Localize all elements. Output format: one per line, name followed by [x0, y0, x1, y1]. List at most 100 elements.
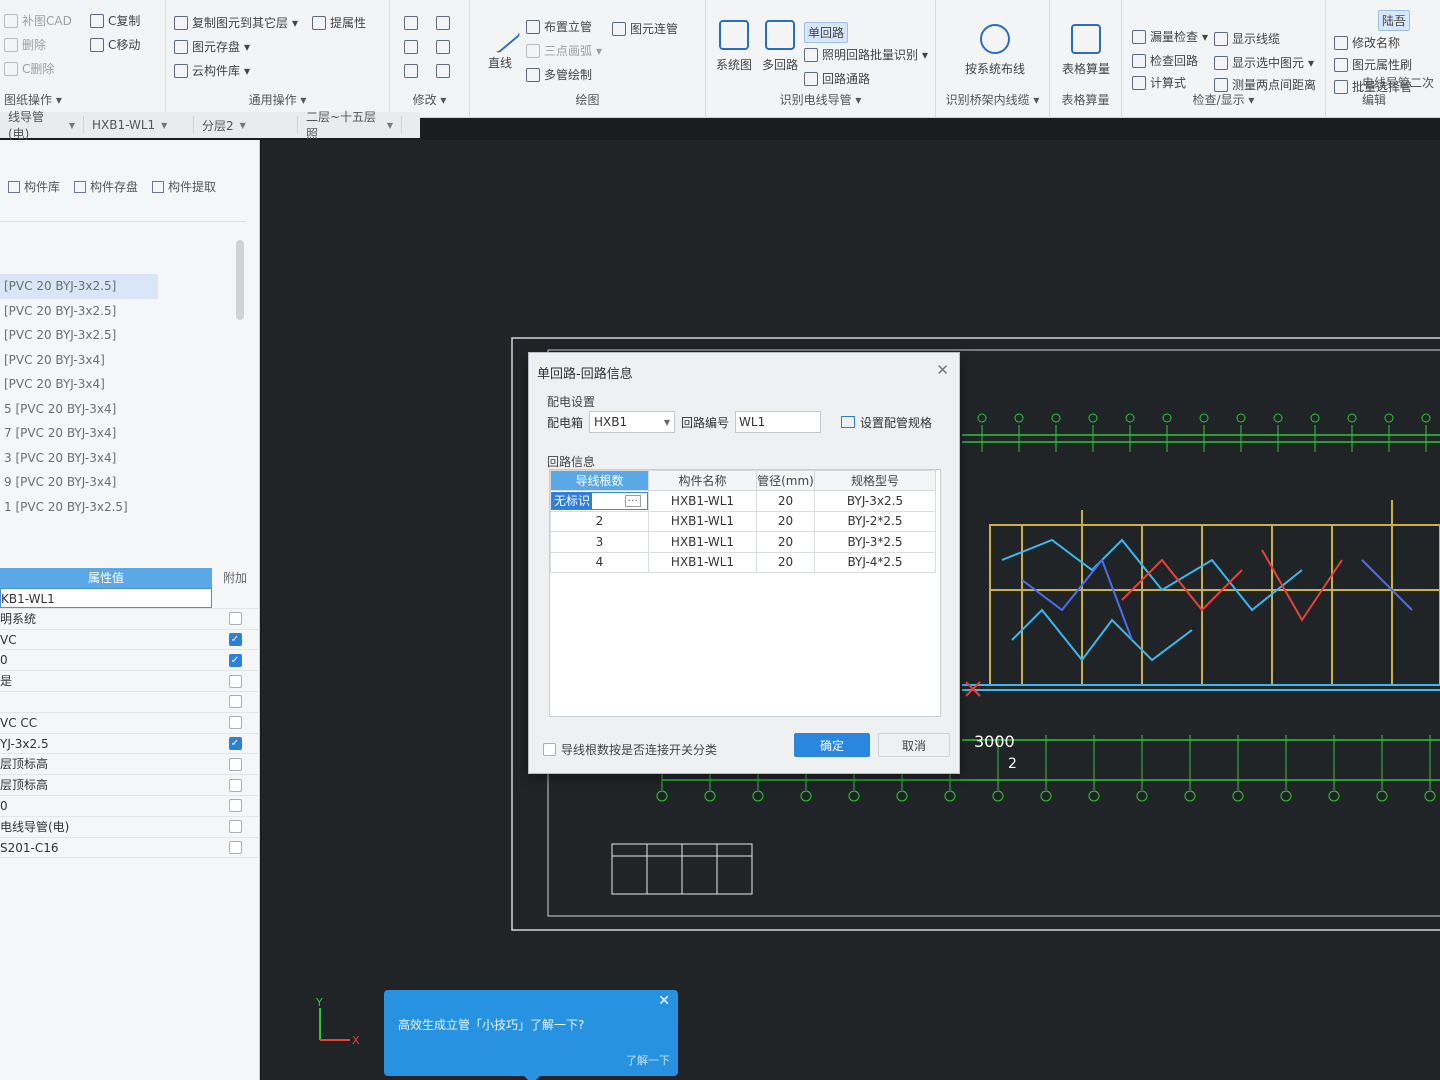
list-item[interactable]: 3 [PVC 20 BYJ-3x4] [0, 446, 240, 471]
col-spec-model[interactable]: 规格型号 [814, 470, 936, 491]
extra-checkbox[interactable] [228, 674, 242, 688]
modify-tool-3[interactable] [404, 40, 418, 54]
col-pipe-diameter[interactable]: 管径(mm) [756, 470, 815, 491]
extract-props-button[interactable]: 提属性 [312, 14, 366, 31]
close-icon[interactable]: ✕ [936, 361, 949, 379]
list-item[interactable]: [PVC 20 BYJ-3x4] [0, 348, 240, 373]
property-value[interactable]: 0 [0, 796, 212, 816]
table-cell[interactable]: 无标识 ··· [550, 490, 649, 512]
check-circuit-button[interactable]: 检查回路 [1132, 52, 1198, 69]
table-cell[interactable]: 4 [550, 551, 649, 573]
property-value[interactable]: 电线导管(电) [0, 817, 212, 837]
table-cell[interactable]: BYJ-4*2.5 [814, 551, 936, 573]
modify-tool-1[interactable] [404, 16, 418, 30]
prop-brush-button[interactable]: 图元属性刷 [1334, 56, 1412, 73]
property-value[interactable]: 层顶标高 [0, 775, 212, 795]
circuit-path-button[interactable]: 回路通路 [804, 70, 870, 87]
extra-checkbox[interactable] [228, 799, 242, 813]
multi-circuit-button[interactable]: 多回路 [758, 20, 802, 73]
col-wire-count[interactable]: 导线根数 [550, 470, 649, 491]
group-title-drawing-ops[interactable]: 图纸操作 ▾ [4, 91, 165, 108]
extra-checkbox[interactable]: ✓ [228, 736, 242, 750]
distribution-box-select[interactable]: HXB1 ▼ [589, 411, 676, 433]
table-calc-button[interactable]: 表格算量 [1060, 24, 1112, 77]
table-cell[interactable]: HXB1-WL1 [648, 510, 757, 532]
extra-checkbox[interactable] [228, 757, 242, 771]
c-delete-button[interactable]: C删除 [4, 60, 54, 77]
show-selected-button[interactable]: 显示选中图元 ▾ [1214, 54, 1314, 71]
wire-count-editor[interactable]: 无标识 ··· [551, 491, 648, 510]
missing-check-button[interactable]: 漏量检查 ▾ [1132, 28, 1208, 45]
system-diagram-button[interactable]: 系统图 [712, 20, 756, 73]
table-cell[interactable]: BYJ-3*2.5 [814, 531, 936, 553]
list-item[interactable]: 9 [PVC 20 BYJ-3x4] [0, 470, 240, 495]
single-circuit-button[interactable]: 单回路 [804, 22, 849, 43]
extra-checkbox[interactable]: ✓ [228, 653, 242, 667]
property-value[interactable]: S201-C16 [0, 838, 212, 858]
system-wiring-button[interactable]: 按系统布线 [950, 24, 1040, 77]
modify-tool-6[interactable] [436, 64, 450, 78]
extra-checkbox[interactable] [228, 778, 242, 792]
three-point-arc-button[interactable]: 三点画弧 ▾ [526, 42, 602, 59]
component-search-input[interactable] [0, 202, 246, 222]
batch-identify-button[interactable]: 照明回路批量识别 ▾ [804, 46, 928, 63]
modify-tool-2[interactable] [436, 16, 450, 30]
table-cell[interactable]: HXB1-WL1 [648, 531, 757, 553]
property-value[interactable]: KB1-WL1 [0, 588, 212, 608]
table-cell[interactable]: 20 [756, 551, 815, 573]
property-value[interactable]: 层顶标高 [0, 754, 212, 774]
rename-button[interactable]: 修改名称 [1334, 34, 1400, 51]
place-riser-button[interactable]: 布置立管 [526, 18, 592, 35]
property-value[interactable]: VC [0, 630, 212, 650]
table-cell[interactable]: 20 [756, 531, 815, 553]
table-row[interactable]: 4 HXB1-WL1 20 BYJ-4*2.5 [550, 551, 936, 573]
tab-component-save[interactable]: 构件存盘 [74, 178, 138, 195]
delete-button[interactable]: 删除 [4, 36, 46, 53]
tab-component-extract[interactable]: 构件提取 [152, 178, 216, 195]
table-row[interactable]: 3 HXB1-WL1 20 BYJ-3*2.5 [550, 531, 936, 553]
list-item[interactable]: 5 [PVC 20 BYJ-3x4] [0, 397, 240, 422]
group-title-check[interactable]: 检查/显示 ▾ [1122, 91, 1325, 108]
property-value[interactable] [0, 692, 212, 712]
c-move-button[interactable]: C移动 [90, 36, 140, 53]
close-icon[interactable]: ✕ [658, 993, 670, 1009]
list-item[interactable]: 1 [PVC 20 BYJ-3x2.5] [0, 495, 240, 520]
copy-to-layer-button[interactable]: 复制图元到其它层 ▾ [174, 14, 298, 31]
property-value[interactable]: 是 [0, 671, 212, 691]
table-cell[interactable]: BYJ-3x2.5 [814, 490, 936, 512]
group-title-modify[interactable]: 修改 ▾ [390, 91, 469, 108]
checkbox-box[interactable] [543, 743, 556, 756]
ok-button[interactable]: 确定 [794, 733, 870, 757]
component-filter-select[interactable]: HXB1-WL1 ▼ [84, 116, 194, 134]
table-cell[interactable]: BYJ-2*2.5 [814, 510, 936, 532]
c-copy-button[interactable]: C复制 [90, 12, 140, 29]
layer-filter-select[interactable]: 分层2 ▼ [194, 116, 298, 134]
show-cable-button[interactable]: 显示线缆 [1214, 30, 1280, 47]
list-item[interactable]: [PVC 20 BYJ-3x4] [0, 372, 240, 397]
line-button[interactable]: 直线 [478, 11, 522, 71]
multi-pipe-button[interactable]: 多管绘制 [526, 66, 592, 83]
col-component-name[interactable]: 构件名称 [648, 470, 757, 491]
floor-filter-select[interactable]: 二层~十五层照 ▼ [298, 110, 402, 141]
cancel-button[interactable]: 取消 [878, 733, 950, 757]
group-title-general[interactable]: 通用操作 ▾ [166, 91, 389, 108]
extra-checkbox[interactable] [228, 695, 242, 709]
list-item[interactable]: [PVC 20 BYJ-3x2.5] [0, 274, 158, 299]
table-cell[interactable]: HXB1-WL1 [648, 551, 757, 573]
property-value[interactable]: 0 [0, 650, 212, 670]
table-row[interactable]: 2 HXB1-WL1 20 BYJ-2*2.5 [550, 510, 936, 532]
user-badge[interactable]: 陆吾 [1378, 10, 1411, 31]
list-item[interactable]: 7 [PVC 20 BYJ-3x4] [0, 421, 240, 446]
extra-checkbox[interactable]: ✓ [228, 632, 242, 646]
property-value[interactable]: YJ-3x2.5 [0, 734, 212, 754]
extra-checkbox[interactable] [228, 840, 242, 854]
modify-tool-5[interactable] [404, 64, 418, 78]
table-cell[interactable]: 20 [756, 510, 815, 532]
group-title-identify[interactable]: 识别电线导管 ▾ [706, 91, 935, 108]
extra-checkbox[interactable] [228, 820, 242, 834]
set-pipe-spec-button[interactable]: 设置配管规格 [841, 414, 932, 431]
list-item[interactable]: [PVC 20 BYJ-3x2.5] [0, 299, 240, 324]
type-filter-select[interactable]: 线导管(电) ▼ [0, 110, 84, 141]
extra-checkbox[interactable] [228, 716, 242, 730]
extra-checkbox[interactable] [228, 612, 242, 626]
